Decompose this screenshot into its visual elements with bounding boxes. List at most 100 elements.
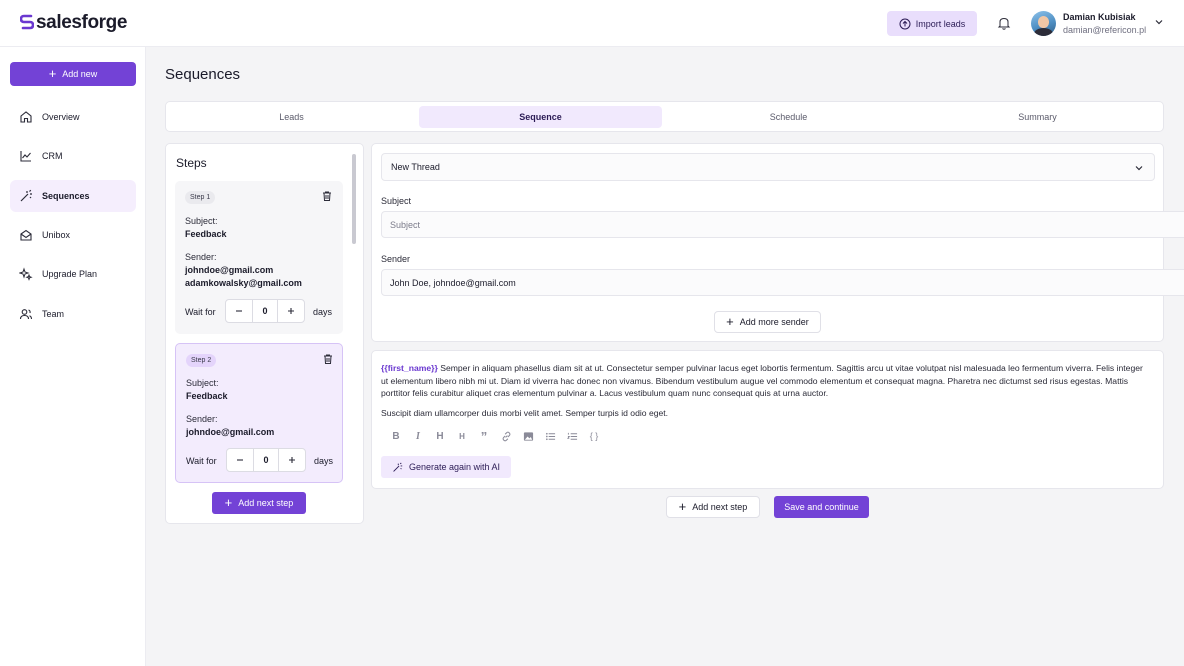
numbered-list-icon[interactable] bbox=[561, 429, 583, 443]
decrement-button[interactable] bbox=[226, 300, 252, 322]
wait-value[interactable]: 0 bbox=[252, 300, 278, 322]
trash-icon[interactable] bbox=[322, 353, 334, 365]
import-leads-label: Import leads bbox=[915, 18, 966, 29]
subject-field-label: Subject bbox=[381, 196, 412, 206]
link-icon[interactable] bbox=[495, 429, 517, 443]
first-name-variable: {{first_name}} bbox=[381, 363, 438, 373]
add-next-step-label: Add next step bbox=[238, 498, 294, 508]
heading-1-icon[interactable]: H bbox=[429, 429, 451, 443]
steps-panel: Steps Step 1 Subject: Feedback Sender: j… bbox=[165, 143, 364, 524]
sparkles-icon bbox=[19, 267, 33, 281]
upload-icon bbox=[899, 18, 911, 29]
sidebar-item-label: Upgrade Plan bbox=[42, 269, 98, 279]
add-next-step-button[interactable]: + Add next step bbox=[212, 492, 306, 514]
add-next-step-label: Add next step bbox=[692, 502, 748, 512]
subject-value: Feedback bbox=[186, 391, 228, 401]
add-more-sender-button[interactable]: + Add more sender bbox=[714, 311, 821, 333]
salesforge-logo-icon bbox=[20, 14, 34, 30]
wait-stepper: 0 bbox=[225, 299, 305, 323]
users-icon bbox=[19, 309, 33, 320]
step-badge: Step 1 bbox=[185, 191, 216, 204]
sender-input[interactable]: John Doe, johndoe@gmail.com bbox=[381, 269, 1184, 296]
add-next-step-button[interactable]: + Add next step bbox=[666, 496, 760, 518]
add-new-button[interactable]: + Add new bbox=[10, 62, 136, 86]
step-card-1[interactable]: Step 1 Subject: Feedback Sender: johndoe… bbox=[175, 181, 343, 334]
sidebar-item-upgrade-plan[interactable]: Upgrade Plan bbox=[10, 258, 136, 290]
plus-icon: + bbox=[678, 499, 687, 514]
tab-summary[interactable]: Summary bbox=[916, 106, 1159, 128]
chevron-down-icon[interactable] bbox=[1154, 17, 1164, 27]
wait-stepper: 0 bbox=[226, 448, 306, 472]
days-label: days bbox=[313, 307, 333, 317]
wait-label: Wait for bbox=[186, 456, 217, 466]
editor-paragraph-text: Semper in aliquam phasellus diam sit at … bbox=[381, 363, 1143, 398]
steps-scrollbar[interactable] bbox=[352, 154, 356, 244]
sender-value: johndoe@gmail.com bbox=[186, 427, 275, 437]
sidebar-item-sequences[interactable]: Sequences bbox=[10, 180, 136, 212]
subject-label: Subject: bbox=[185, 216, 218, 226]
heading-2-icon[interactable]: H bbox=[451, 429, 473, 443]
sidebar-item-unibox[interactable]: Unibox bbox=[10, 219, 136, 251]
editor-toolbar: B I H H ” { } bbox=[385, 429, 605, 444]
quote-icon[interactable]: ” bbox=[473, 429, 495, 444]
step-badge: Step 2 bbox=[186, 354, 217, 367]
editor-paragraph-2[interactable]: Suscipit diam ullamcorper duis morbi vel… bbox=[381, 408, 668, 418]
tab-sequence[interactable]: Sequence bbox=[419, 106, 662, 128]
import-leads-button[interactable]: Import leads bbox=[887, 11, 977, 36]
top-bar: salesforge Import leads Damian Kubisiak … bbox=[0, 0, 1184, 47]
avatar[interactable] bbox=[1031, 11, 1056, 36]
logo[interactable]: salesforge bbox=[20, 12, 127, 34]
save-and-continue-button[interactable]: Save and continue bbox=[774, 496, 869, 518]
subject-input[interactable]: Subject bbox=[381, 211, 1184, 238]
editor-paragraph-1[interactable]: {{first_name}} Semper in aliquam phasell… bbox=[381, 362, 1149, 400]
page-title: Sequences bbox=[165, 66, 241, 83]
tab-leads[interactable]: Leads bbox=[170, 106, 413, 128]
sidebar-item-label: Sequences bbox=[42, 191, 90, 201]
image-icon[interactable] bbox=[517, 429, 539, 443]
chevron-down-icon bbox=[1135, 166, 1143, 171]
decrement-button[interactable] bbox=[227, 449, 253, 471]
sender-value: johndoe@gmail.com bbox=[185, 265, 274, 275]
wait-value[interactable]: 0 bbox=[253, 449, 279, 471]
user-name: Damian Kubisiak bbox=[1063, 12, 1136, 22]
generate-again-ai-button[interactable]: Generate again with AI bbox=[381, 456, 511, 478]
sidebar: + Add new Overview CRM Sequences Unibox … bbox=[0, 47, 146, 666]
tab-bar: Leads Sequence Schedule Summary bbox=[165, 101, 1164, 132]
sidebar-item-label: Team bbox=[42, 309, 65, 319]
sender-label: Sender: bbox=[185, 252, 217, 262]
home-icon bbox=[20, 111, 32, 123]
plus-icon: + bbox=[224, 495, 233, 510]
user-email: damian@refericon.pl bbox=[1063, 25, 1147, 35]
tab-schedule[interactable]: Schedule bbox=[667, 106, 910, 128]
sender-value: adamkowalsky@gmail.com bbox=[185, 278, 302, 288]
minus-icon bbox=[236, 310, 242, 312]
sender-field-label: Sender bbox=[381, 254, 411, 264]
logo-text: salesforge bbox=[36, 12, 128, 33]
increment-button[interactable] bbox=[279, 449, 305, 471]
sidebar-item-team[interactable]: Team bbox=[10, 298, 136, 330]
thread-select-value: New Thread bbox=[391, 162, 440, 172]
trash-icon[interactable] bbox=[321, 190, 333, 202]
sidebar-item-label: Overview bbox=[42, 112, 80, 122]
chart-line-icon bbox=[20, 151, 31, 162]
subject-label: Subject: bbox=[186, 378, 219, 388]
sidebar-item-label: CRM bbox=[42, 151, 63, 161]
bell-icon[interactable] bbox=[996, 15, 1012, 31]
increment-button[interactable] bbox=[278, 300, 304, 322]
step-card-2[interactable]: Step 2 Subject: Feedback Sender: johndoe… bbox=[175, 343, 343, 483]
sidebar-item-label: Unibox bbox=[42, 230, 71, 240]
mail-open-icon bbox=[20, 229, 32, 241]
wait-label: Wait for bbox=[185, 307, 216, 317]
email-editor[interactable]: {{first_name}} Semper in aliquam phasell… bbox=[371, 350, 1164, 489]
bold-icon[interactable]: B bbox=[385, 429, 407, 443]
italic-icon[interactable]: I bbox=[407, 429, 429, 443]
code-braces-icon[interactable]: { } bbox=[583, 429, 605, 443]
magic-wand-icon bbox=[393, 462, 403, 472]
sidebar-item-overview[interactable]: Overview bbox=[10, 101, 136, 133]
plus-icon bbox=[289, 457, 295, 463]
minus-icon bbox=[237, 459, 243, 461]
bullet-list-icon[interactable] bbox=[539, 429, 561, 443]
thread-panel: New Thread Subject Subject Sender John D… bbox=[371, 143, 1184, 342]
sidebar-item-crm[interactable]: CRM bbox=[10, 140, 136, 172]
thread-select[interactable]: New Thread bbox=[381, 153, 1155, 181]
